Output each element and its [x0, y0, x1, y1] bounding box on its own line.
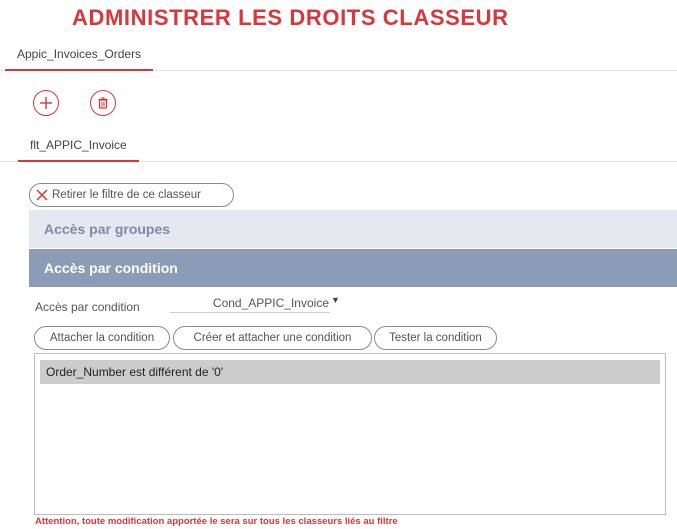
condition-label: Accès par condition — [35, 300, 140, 314]
trash-icon — [98, 97, 108, 109]
tab-appic-invoices-orders[interactable]: Appic_Invoices_Orders — [5, 40, 154, 71]
remove-filter-label: Retirer le filtre de ce classeur — [52, 189, 201, 201]
list-item[interactable]: Order_Number est différent de '0' — [40, 360, 660, 384]
tab-flt-appic-invoice[interactable]: flt_APPIC_Invoice — [18, 131, 139, 162]
condition-select[interactable]: Cond_APPIC_Invoice — [170, 295, 330, 313]
delete-button[interactable] — [90, 90, 116, 116]
section-groups-header[interactable]: Accès par groupes — [29, 210, 677, 248]
create-attach-condition-button[interactable]: Créer et attacher une condition — [173, 326, 372, 350]
close-icon — [36, 189, 48, 201]
attach-condition-button[interactable]: Attacher la condition — [34, 326, 170, 350]
page-title: ADMINISTRER LES DROITS CLASSEUR — [72, 5, 509, 30]
filter-tabbar: flt_APPIC_Invoice — [0, 131, 677, 162]
test-condition-button[interactable]: Tester la condition — [374, 326, 497, 350]
add-button[interactable] — [33, 90, 59, 116]
remove-filter-button[interactable]: Retirer le filtre de ce classeur — [29, 183, 234, 207]
classeur-tabbar: Appic_Invoices_Orders — [0, 40, 677, 71]
caret-down-icon[interactable]: ▼ — [331, 295, 340, 305]
warning-text: Attention, toute modification apportée l… — [35, 516, 398, 527]
section-condition-header[interactable]: Accès par condition — [29, 249, 677, 287]
plus-icon — [40, 97, 52, 109]
condition-list[interactable]: Order_Number est différent de '0' — [34, 353, 666, 515]
